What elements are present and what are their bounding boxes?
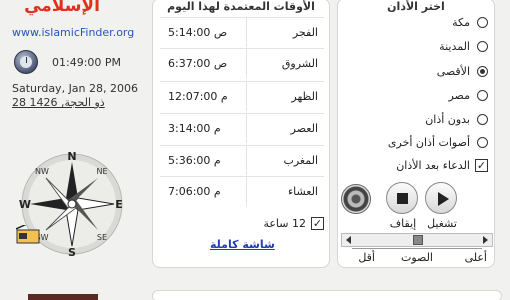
volume-labels: أعلى الصوت أقل (341, 251, 493, 265)
adhan-option-label: مكة (452, 16, 470, 29)
prayer-name: المغرب (283, 154, 319, 167)
prayer-name: العشاء (287, 185, 318, 198)
prayer-times-title: الأوقات المعتمدة لهذا اليوم (167, 0, 315, 13)
prayer-time: 7:06:00 م (168, 185, 221, 198)
adhan-option-label: أصوات أذان أخرى (387, 136, 470, 149)
volume-title-label: الصوت (401, 251, 433, 264)
compass-w-label: W (19, 198, 31, 211)
hour-format-label: 12 ساعة (263, 217, 306, 230)
play-button[interactable] (425, 182, 457, 214)
dua-label: الدعاء بعد الأذان (396, 159, 470, 172)
hour-format-checkbox-row[interactable]: ✓ 12 ساعة (240, 217, 324, 233)
adhan-option-label: مصر (448, 89, 470, 102)
prayer-name: الشروق (281, 57, 318, 70)
prayer-row-isha: العشاء 7:06:00 م (160, 176, 324, 206)
column-divider (246, 49, 247, 78)
column-divider (246, 82, 247, 111)
adhan-option-label: بدون أذان (425, 113, 470, 126)
stop-label: إيقاف (389, 217, 417, 230)
adhan-option-label: المدينة (439, 40, 470, 53)
dua-checkbox[interactable]: ✓ (475, 159, 488, 172)
radio-button[interactable] (477, 17, 488, 28)
hijri-date[interactable]: 28 ذو الحجة, 1426 (12, 96, 105, 109)
radio-button[interactable] (477, 41, 488, 52)
volume-increase-arrow-icon[interactable] (481, 235, 491, 245)
prayer-name: الظهر (291, 90, 318, 103)
stop-button[interactable] (386, 182, 418, 214)
compass-nw-label: NW (35, 167, 49, 176)
compass-se-label: SE (97, 233, 107, 242)
column-divider (246, 114, 247, 143)
hour-format-checkbox[interactable]: ✓ (311, 217, 324, 230)
bottom-panel (152, 290, 502, 300)
volume-high-label: أعلى (464, 251, 487, 264)
radio-button[interactable] (477, 137, 488, 148)
adhan-panel-title: اختر الأذان (387, 0, 445, 13)
prayer-name: العصر (290, 122, 318, 135)
fullscreen-link[interactable]: شاشة كاملة (210, 238, 275, 251)
prayer-time: 3:14:00 م (168, 122, 221, 135)
compass-e-label: E (115, 198, 123, 211)
prayer-row-maghrib: المغرب 5:36:00 م (160, 145, 324, 175)
play-label: تشغيل (427, 217, 457, 230)
islamicfinder-logo: الإسلامي (24, 0, 100, 16)
prayer-name: الفجر (292, 26, 318, 39)
volume-slider-thumb[interactable] (413, 235, 423, 245)
prayer-time: 5:36:00 م (168, 154, 221, 167)
prayer-row-asr: العصر 3:14:00 م (160, 113, 324, 143)
compass-ne-label: NE (96, 167, 107, 176)
volume-slider[interactable] (341, 233, 493, 247)
prayer-row-fajr: الفجر 5:14:00 ص (160, 17, 324, 47)
adhan-option-label: الأقصى (436, 65, 470, 78)
bottom-left-banner (28, 294, 98, 300)
prayer-time: 6:37:00 ص (168, 57, 228, 70)
column-divider (246, 18, 247, 47)
speaker-icon (341, 184, 371, 214)
prayer-time: 5:14:00 ص (168, 26, 228, 39)
prayer-time: 12:07:00 م (168, 90, 228, 103)
current-time: 01:49:00 PM (52, 56, 122, 69)
volume-decrease-arrow-icon[interactable] (343, 235, 353, 245)
prayer-row-dhuhr: الظهر 12:07:00 م (160, 81, 324, 111)
gregorian-date: Saturday, Jan 28, 2006 (12, 82, 139, 95)
prayer-row-sunrise: الشروق 6:37:00 ص (160, 48, 324, 78)
website-url[interactable]: www.islamicFinder.org (12, 26, 146, 39)
clock-icon (14, 50, 38, 74)
qibla-card-icon (16, 225, 40, 244)
compass-s-label: S (68, 246, 76, 258)
volume-low-label: أقل (358, 251, 375, 264)
radio-button[interactable] (477, 90, 488, 101)
radio-button[interactable] (477, 114, 488, 125)
compass-n-label: N (67, 150, 76, 163)
radio-button-selected[interactable] (477, 66, 488, 77)
column-divider (246, 177, 247, 206)
column-divider (246, 146, 247, 175)
